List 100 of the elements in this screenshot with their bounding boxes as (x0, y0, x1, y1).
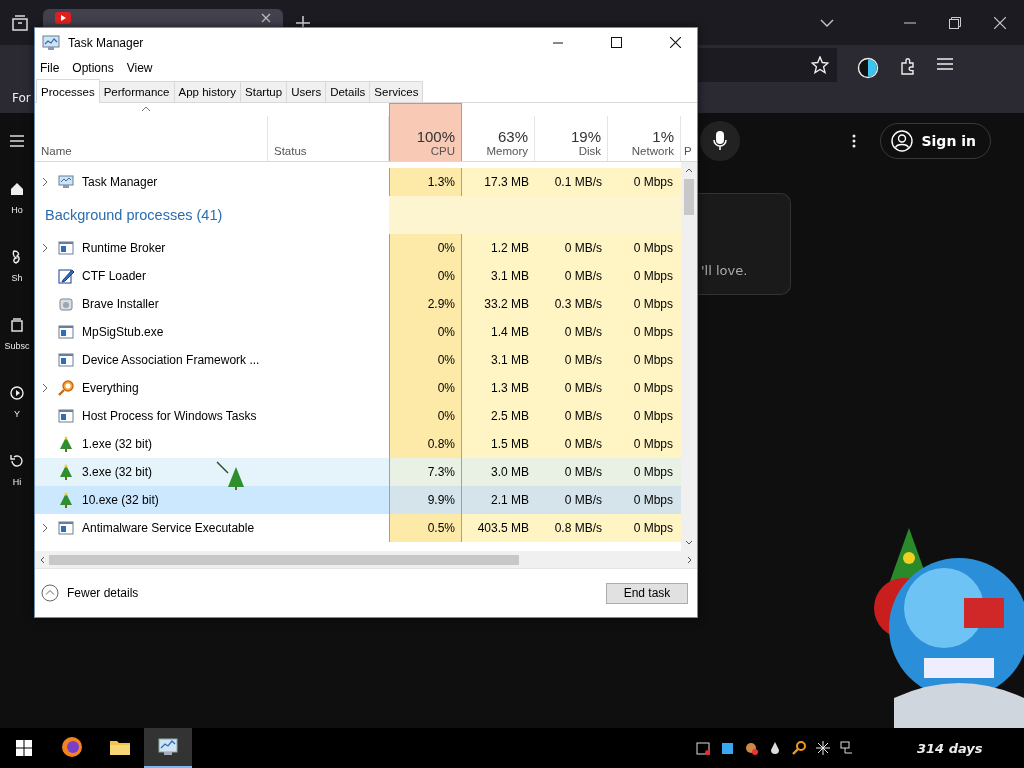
sidebar-item[interactable]: Subsc (4, 341, 30, 351)
horizontal-scrollbar[interactable] (35, 551, 697, 568)
table-cell: 2.9% (427, 297, 455, 311)
tab[interactable]: Users (286, 81, 327, 102)
half-circle-icon[interactable] (857, 57, 879, 79)
scroll-right-icon[interactable] (687, 555, 692, 564)
sidebar-item[interactable]: Sh (11, 273, 23, 283)
process-row[interactable]: Task Manager 1.3% 17.3 MB 0.1 MB/s 0 Mbps (35, 168, 681, 196)
maximize-icon[interactable] (611, 37, 622, 48)
expand-chevron-icon[interactable] (42, 177, 48, 187)
end-task-button[interactable]: End task (606, 582, 688, 604)
menu-icon[interactable] (937, 57, 953, 71)
column-header[interactable]: 1% Network (608, 116, 681, 161)
process-name: Runtime Broker (82, 241, 166, 255)
process-row[interactable]: Everything 0% 1.3 MB 0 MB/s 0 Mbps (35, 374, 681, 402)
table-cell: 0 MB/s (564, 493, 602, 507)
tabs-icon[interactable] (11, 13, 29, 32)
plus-icon[interactable] (296, 15, 310, 30)
scroll-thumb[interactable] (684, 179, 694, 215)
magnifier-icon[interactable] (792, 741, 806, 755)
network-icon[interactable] (840, 741, 854, 755)
taskbar-app[interactable] (144, 728, 192, 768)
process-name: Device Association Framework ... (82, 353, 260, 367)
column-percent: 19% (570, 128, 601, 145)
tab[interactable]: Performance (98, 81, 175, 102)
asterisk-icon[interactable] (816, 741, 830, 755)
microphone-icon (713, 131, 728, 151)
sidebar-item[interactable]: Y (14, 409, 20, 419)
expand-chevron-icon[interactable] (42, 523, 48, 533)
close-icon[interactable] (670, 37, 681, 48)
column-header[interactable]: P (681, 116, 697, 161)
menu-icon[interactable] (10, 135, 24, 147)
vertical-scrollbar[interactable] (681, 162, 697, 551)
table-cell: 1.5 MB (491, 437, 529, 451)
restore-icon[interactable] (949, 16, 961, 29)
address-field[interactable] (697, 48, 837, 82)
table-cell: 3.0 MB (491, 465, 529, 479)
process-row[interactable]: 3.exe (32 bit) 7.3% 3.0 MB 0 MB/s 0 Mbps (35, 458, 681, 486)
sign-in-button[interactable]: Sign in (880, 123, 991, 159)
column-header[interactable]: 100% CPU (389, 103, 462, 161)
process-row[interactable]: 10.exe (32 bit) 9.9% 2.1 MB 0 MB/s 0 Mbps (35, 486, 681, 514)
tab[interactable]: Startup (240, 81, 288, 102)
table-cell: 0 Mbps (633, 437, 673, 451)
process-row[interactable]: Device Association Framework ... 0% 3.1 MB 0 MB/s 0 Mbps (35, 346, 681, 374)
column-header[interactable]: 19% Disk (535, 116, 608, 161)
minimize-icon[interactable] (553, 41, 563, 44)
process-row[interactable]: MpSigStub.exe 0% 1.4 MB 0 MB/s 0 Mbps (35, 318, 681, 346)
process-row[interactable]: CTF Loader 0% 3.1 MB 0 MB/s 0 Mbps (35, 262, 681, 290)
column-header[interactable]: Name (35, 116, 268, 161)
mic-button[interactable] (700, 121, 741, 161)
column-label: Network (631, 145, 674, 157)
sidebar-item[interactable]: Hi (12, 477, 22, 487)
play-logo-icon (55, 12, 71, 24)
tab[interactable]: Services (369, 81, 424, 102)
sort-caret-icon[interactable] (141, 106, 151, 112)
scroll-left-icon[interactable] (40, 555, 45, 564)
menu-item[interactable]: View (126, 61, 153, 75)
process-row[interactable]: Antimalware Service Executable 0.5% 403.5 MB 0.8 MB/s 0 Mbps (35, 514, 681, 542)
window-icon (58, 520, 74, 536)
browser-tab[interactable] (43, 9, 283, 27)
star-icon[interactable] (811, 56, 829, 74)
window-icon (58, 352, 74, 368)
close-icon[interactable] (261, 13, 271, 23)
sidebar-item[interactable]: Ho (11, 205, 23, 215)
windows-logo-icon[interactable] (16, 740, 32, 756)
monitor-icon (157, 736, 179, 758)
tray-app-icon[interactable] (696, 741, 710, 755)
process-name: Antimalware Service Executable (82, 521, 255, 535)
tab[interactable]: App history (173, 81, 242, 102)
process-row[interactable]: Host Process for Windows Tasks 0% 2.5 MB 0 MB/s 0 Mbps (35, 402, 681, 430)
scroll-down-icon[interactable] (685, 540, 693, 545)
home-icon[interactable] (9, 181, 25, 197)
square-icon[interactable] (720, 741, 734, 755)
scroll-thumb[interactable] (49, 554, 519, 565)
menu-item[interactable]: Options (72, 61, 114, 75)
tab[interactable]: Details (325, 81, 371, 102)
table-cell: 0% (437, 381, 455, 395)
puzzle-icon[interactable] (899, 57, 917, 75)
chevron-down-icon[interactable] (820, 18, 834, 27)
column-percent: 1% (652, 128, 674, 145)
expand-chevron-icon[interactable] (42, 383, 48, 393)
process-row[interactable]: 1.exe (32 bit) 0.8% 1.5 MB 0 MB/s 0 Mbps (35, 430, 681, 458)
tab[interactable]: Processes (36, 79, 100, 103)
table-cell: 17.3 MB (484, 175, 529, 189)
more-vertical-icon[interactable] (852, 134, 857, 148)
table-cell: 2.5 MB (491, 409, 529, 423)
tray-app-icon[interactable] (744, 741, 758, 755)
expand-chevron-icon[interactable] (42, 243, 48, 253)
scroll-up-icon[interactable] (685, 168, 693, 173)
menu-item[interactable]: File (40, 61, 60, 75)
column-header[interactable]: 63% Memory (462, 116, 535, 161)
process-row[interactable]: Runtime Broker 0% 1.2 MB 0 MB/s 0 Mbps (35, 234, 681, 262)
fewer-details-link[interactable]: Fewer details (41, 584, 139, 602)
table-cell: 33.2 MB (484, 297, 529, 311)
process-row[interactable]: Brave Installer 2.9% 33.2 MB 0.3 MB/s 0 Mbps (35, 290, 681, 318)
history-icon[interactable] (9, 453, 25, 469)
drop-icon[interactable] (768, 741, 782, 755)
window-icon (58, 240, 74, 256)
table-cell: 0.8% (427, 437, 455, 451)
tree-cursor-icon (216, 461, 246, 491)
